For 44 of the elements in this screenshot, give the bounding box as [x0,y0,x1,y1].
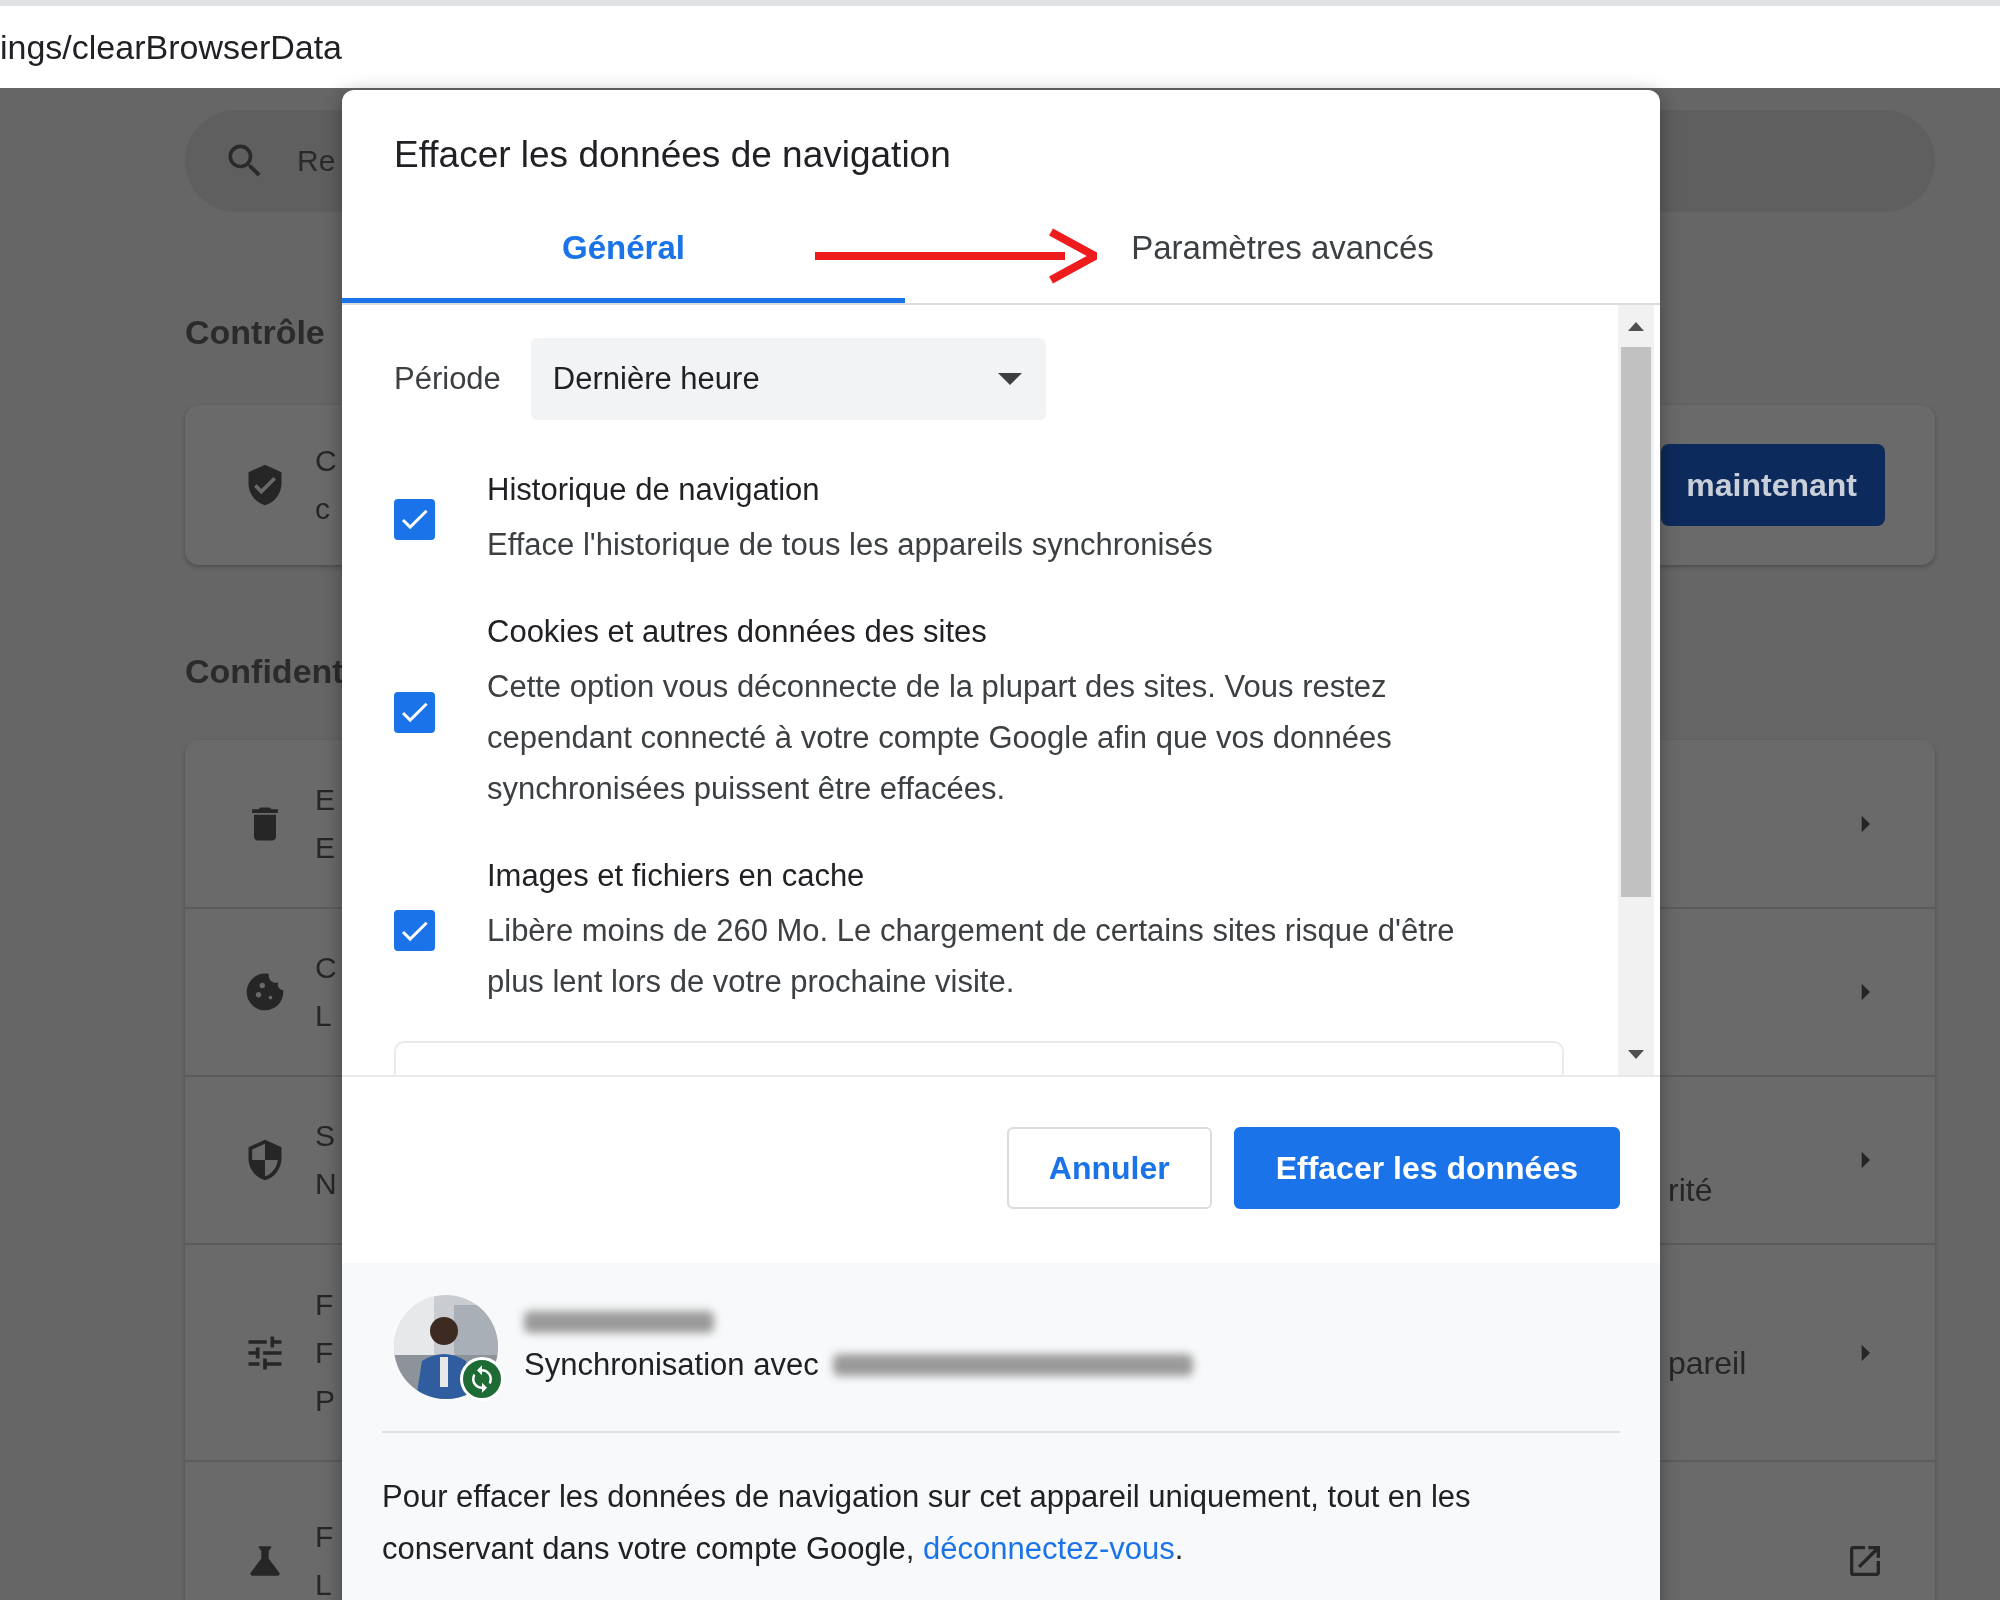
sync-icon [460,1357,504,1401]
section-heading: Contrôle [185,313,325,352]
caret-icon [997,373,1022,385]
row-text: C [315,951,337,985]
option-title: Historique de navigation [487,471,821,509]
row-text: pareil [1668,1345,1747,1382]
checkbox[interactable] [394,691,435,733]
row-text: F [315,1287,335,1322]
option-title: Cookies et autres données des sites [487,613,988,651]
row-text: L [315,1568,333,1600]
dialog-title: Effacer les données de navigation [393,133,952,177]
scroll-up-icon[interactable] [1628,321,1644,331]
check-now-button[interactable]: maintenant [1661,444,1885,526]
period-label: Période [394,361,501,397]
row-text: rité [1668,1172,1713,1209]
clear-data-button[interactable]: Effacer les données [1233,1127,1620,1209]
row-text: L [315,999,333,1033]
row-text: S [315,1119,336,1153]
option-description: Cette option vous déconnecte de la plupart des sites. Vous restez cependant connecté à votre compte Google afin que vos données synchronisées puissent être effacées. [487,668,1393,808]
row-text: E [315,830,335,865]
tab[interactable]: Général [342,215,905,303]
option-title: Images et fichiers en cache [487,857,866,895]
scrollbar[interactable] [1618,305,1654,1075]
card-text: c [315,492,331,526]
option-description: Efface l'historique de tous les appareils synchronisés [487,526,1214,564]
section-heading: Confident [185,652,344,691]
scroll-down-icon[interactable] [1628,1049,1644,1059]
period-dropdown[interactable]: Dernière heure [530,338,1046,420]
row-text: N [315,1167,337,1201]
option-description: Libère moins de 260 Mo. Le chargement de certains sites risque d'être plus lent lors de votre prochaine visite. [487,912,1456,1001]
sync-text: Synchronisation avec [524,1347,819,1383]
sign-out-note: Pour effacer les données de navigation sur cet appareil uniquement, tout en les conservant dans votre compte Google, déconnectez-vous. [382,1478,1472,1568]
sign-out-link[interactable]: déconnectez-vous [923,1531,1175,1566]
row-text: F [315,1520,334,1554]
checkbox[interactable] [394,910,435,951]
cancel-button[interactable]: Annuler [1006,1127,1212,1209]
url-text: ings/clearBrowserData [0,27,343,67]
card-text: C [315,444,337,478]
checkbox[interactable] [394,498,435,540]
row-text: E [315,782,335,817]
row-text: F [315,1335,335,1370]
tab[interactable]: Paramètres avancés [905,215,1660,303]
row-text: P [315,1383,335,1418]
address-bar[interactable]: ings/clearBrowserData [0,0,2000,88]
